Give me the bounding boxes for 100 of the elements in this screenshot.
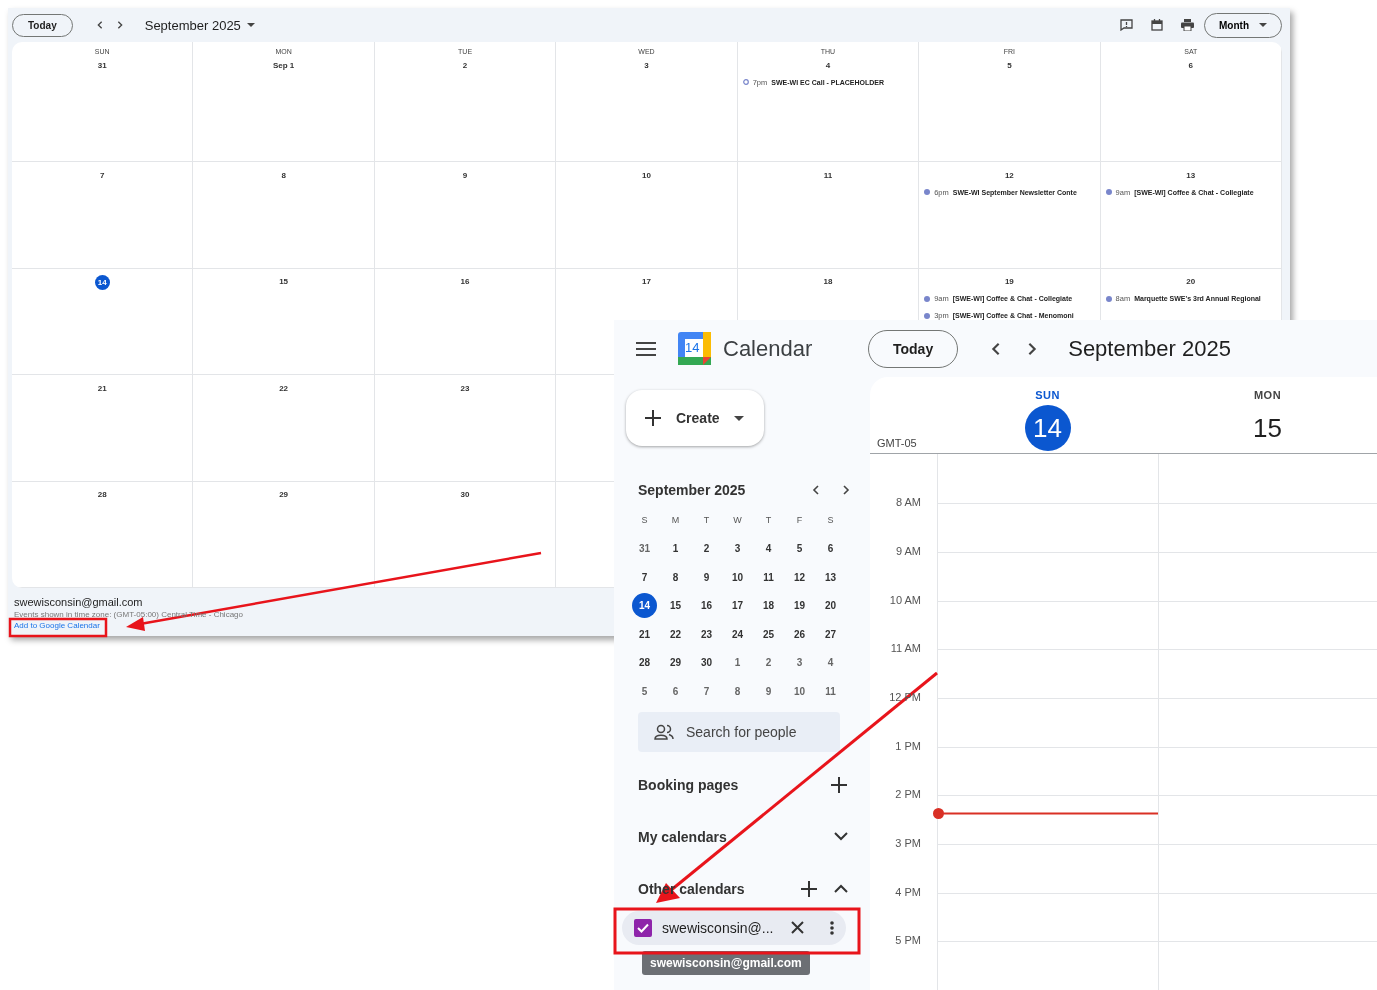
mini-calendar-day[interactable]: 2: [753, 648, 784, 677]
mini-calendar-day[interactable]: 19: [784, 591, 815, 620]
date-number[interactable]: 21: [97, 381, 107, 395]
section-heading[interactable]: My calendars: [638, 828, 834, 845]
mini-calendar-day[interactable]: 24: [722, 620, 753, 649]
close-icon[interactable]: [791, 921, 804, 934]
mini-calendar-day[interactable]: 10: [784, 677, 815, 706]
date-number[interactable]: 13: [1186, 168, 1196, 182]
more-options-icon[interactable]: [830, 920, 834, 935]
date-number[interactable]: Sep 1: [272, 58, 295, 72]
mini-calendar-day[interactable]: 10: [722, 563, 753, 592]
mini-calendar-day[interactable]: 21: [629, 620, 660, 649]
date-number[interactable]: 2: [462, 58, 468, 72]
date-number[interactable]: 20: [1186, 274, 1196, 289]
timezone-note: Events shown in time zone: (GMT-05:00) Central Time - Chicago: [14, 610, 243, 619]
date-number[interactable]: 17: [642, 274, 651, 289]
mini-calendar-day[interactable]: 6: [660, 677, 691, 706]
mini-calendar-day[interactable]: 7: [629, 563, 660, 592]
date-number[interactable]: 8: [281, 168, 286, 182]
mini-calendar-day[interactable]: 9: [691, 563, 722, 592]
mini-calendar-day[interactable]: 25: [753, 620, 784, 649]
date-number[interactable]: 12: [1004, 168, 1014, 182]
plus-icon[interactable]: [800, 879, 818, 898]
mini-calendar-day[interactable]: 4: [815, 648, 846, 677]
calendar-checkbox[interactable]: [634, 918, 652, 937]
date-number[interactable]: 6: [1188, 58, 1193, 72]
mini-calendar-day[interactable]: 15: [660, 591, 691, 620]
plus-icon[interactable]: [830, 775, 848, 794]
date-number[interactable]: 19: [1004, 274, 1014, 289]
mini-calendar-day[interactable]: 2: [691, 534, 722, 563]
date-number[interactable]: 16: [460, 274, 470, 289]
hour-label: 10 AM: [889, 593, 922, 608]
event-dot-icon: [1105, 295, 1112, 302]
mini-calendar-day[interactable]: 11: [753, 563, 784, 592]
mini-calendar-day[interactable]: 18: [753, 591, 784, 620]
mini-calendar-day[interactable]: 29: [660, 648, 691, 677]
mini-calendar-day[interactable]: 8: [722, 677, 753, 706]
mini-calendar-day[interactable]: 6: [815, 534, 846, 563]
mini-calendar-day[interactable]: 17: [722, 591, 753, 620]
hour-label: 4 PM: [895, 885, 922, 900]
mini-calendar-day[interactable]: 1: [722, 648, 753, 677]
mini-calendar-day[interactable]: 5: [784, 534, 815, 563]
chevron-up-icon[interactable]: [834, 884, 848, 893]
date-number[interactable]: 30: [460, 487, 470, 502]
mini-calendar-day[interactable]: 31: [629, 534, 660, 563]
mini-calendar-day[interactable]: 22: [660, 620, 691, 649]
mini-calendar-day[interactable]: 20: [815, 591, 846, 620]
date-number[interactable]: 28: [97, 487, 107, 502]
date-number[interactable]: 7: [100, 168, 105, 182]
mini-calendar-day[interactable]: 27: [815, 620, 846, 649]
feedback-icon[interactable]: [1120, 19, 1133, 31]
weekday-label: W: [732, 514, 743, 528]
mini-calendar-day[interactable]: 26: [784, 620, 815, 649]
date-number[interactable]: 14: [1024, 405, 1071, 451]
mini-calendar-day[interactable]: 23: [691, 620, 722, 649]
date-number[interactable]: 3: [644, 58, 649, 72]
calendar-name: swewisconsin@...: [662, 919, 775, 936]
mini-calendar-day[interactable]: 28: [629, 648, 660, 677]
date-number[interactable]: 15: [1244, 405, 1291, 451]
add-to-calendar-link[interactable]: Add to Google Calendar: [14, 621, 100, 630]
hour-label: 3 PM: [895, 836, 922, 851]
mini-calendar-day[interactable]: 3: [784, 648, 815, 677]
section-heading[interactable]: Booking pages: [638, 776, 830, 793]
date-number[interactable]: 22: [279, 381, 289, 395]
mini-calendar-day[interactable]: 4: [753, 534, 784, 563]
print-icon[interactable]: [1181, 19, 1194, 31]
date-number[interactable]: 14: [94, 274, 110, 290]
create-button[interactable]: Create: [626, 390, 764, 446]
calendar-logo: 14: [678, 332, 711, 365]
month-picker[interactable]: September 2025: [144, 17, 255, 33]
mini-calendar-day[interactable]: 12: [784, 563, 815, 592]
people-search-field[interactable]: Search for people: [638, 711, 840, 752]
calendar-icon[interactable]: [1151, 19, 1163, 31]
previous-month-icon[interactable]: [810, 484, 822, 496]
mini-calendar-day[interactable]: 16: [691, 591, 722, 620]
date-number[interactable]: 10: [642, 168, 651, 182]
menu-icon[interactable]: [636, 341, 656, 356]
mini-calendar-day[interactable]: 1: [660, 534, 691, 563]
date-number[interactable]: 5: [1007, 58, 1012, 72]
plus-icon[interactable]: [644, 409, 662, 427]
calendar-list-item[interactable]: swewisconsin@...: [622, 910, 846, 945]
mini-calendar-day[interactable]: 13: [815, 563, 846, 592]
date-number[interactable]: 23: [460, 381, 470, 395]
mini-calendar-day[interactable]: 9: [753, 677, 784, 706]
mini-calendar-day[interactable]: 5: [629, 677, 660, 706]
mini-calendar-day[interactable]: 11: [815, 677, 846, 706]
mini-calendar-day[interactable]: 3: [722, 534, 753, 563]
date-number[interactable]: 31: [97, 58, 107, 72]
next-month-icon[interactable]: [840, 484, 852, 496]
chevron-down-icon[interactable]: [834, 832, 848, 841]
date-number[interactable]: 29: [279, 487, 289, 502]
mini-calendar-day[interactable]: 14: [632, 593, 657, 619]
mini-calendar-day[interactable]: 8: [660, 563, 691, 592]
mini-calendar-day[interactable]: 7: [691, 677, 722, 706]
mini-calendar-day[interactable]: 30: [691, 648, 722, 677]
date-number[interactable]: 18: [823, 274, 833, 289]
date-number[interactable]: 4: [825, 58, 831, 72]
date-number[interactable]: 15: [279, 274, 289, 289]
date-number[interactable]: 11: [823, 168, 833, 182]
date-number[interactable]: 9: [462, 168, 468, 182]
